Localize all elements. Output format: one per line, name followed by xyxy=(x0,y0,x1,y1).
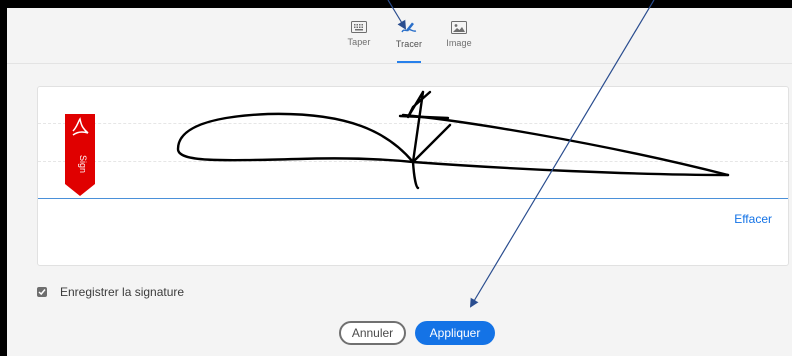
signature-mode-tabs: Taper Tracer Image xyxy=(7,8,792,64)
tab-image-label: Image xyxy=(446,38,472,48)
checkmark-icon xyxy=(38,289,46,296)
signature-pad[interactable]: Sign Effacer xyxy=(37,86,789,266)
keyboard-icon xyxy=(351,21,367,33)
image-icon xyxy=(451,21,467,34)
draw-pen-icon xyxy=(401,22,417,33)
save-signature-option[interactable]: Enregistrer la signature xyxy=(37,285,184,299)
drawn-signature xyxy=(176,90,730,190)
clear-signature-link[interactable]: Effacer xyxy=(734,212,772,226)
active-tab-indicator xyxy=(397,61,421,63)
tab-image[interactable]: Image xyxy=(434,8,484,63)
signature-dialog: Taper Tracer Image Sign Effacer Enregist… xyxy=(7,8,792,356)
save-signature-label: Enregistrer la signature xyxy=(60,285,185,299)
apply-button[interactable]: Appliquer xyxy=(415,321,495,345)
cancel-button[interactable]: Annuler xyxy=(339,321,406,345)
tab-tracer[interactable]: Tracer xyxy=(384,8,434,63)
tab-taper-label: Taper xyxy=(347,37,371,47)
tab-tracer-label: Tracer xyxy=(395,39,423,49)
save-signature-checkbox[interactable] xyxy=(37,287,47,297)
tab-taper[interactable]: Taper xyxy=(334,8,384,63)
